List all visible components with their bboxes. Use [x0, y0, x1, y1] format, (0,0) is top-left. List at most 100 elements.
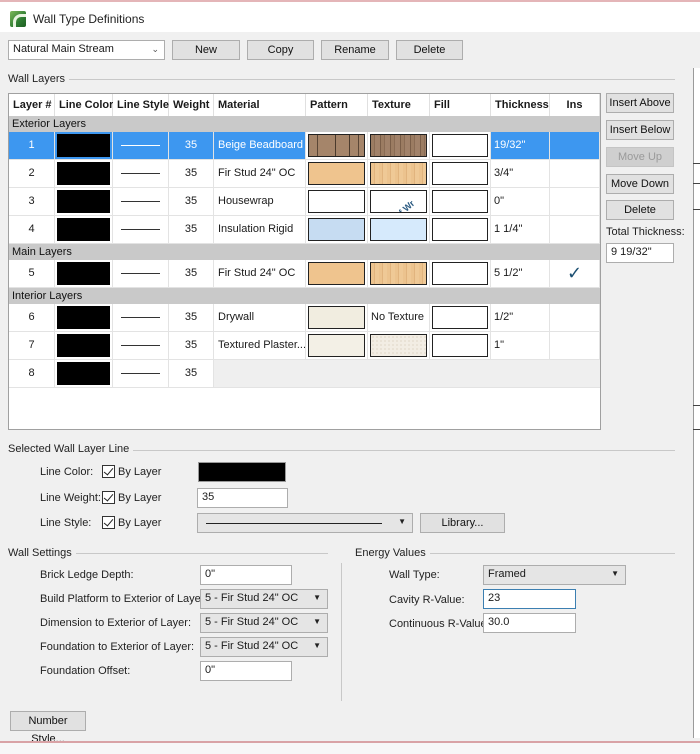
ins-cell[interactable]	[550, 132, 600, 159]
col-header-fill[interactable]: Fill	[430, 94, 491, 116]
thickness-cell[interactable]: 1"	[491, 332, 550, 359]
weight-cell[interactable]: 35	[169, 260, 214, 287]
thickness-cell[interactable]: 1 1/4"	[491, 216, 550, 243]
line-style-cell[interactable]	[113, 304, 169, 331]
thickness-cell[interactable]: 19/32"	[491, 132, 550, 159]
cavity-r-value-input[interactable]: 23	[483, 589, 576, 609]
fill-cell[interactable]	[430, 132, 491, 159]
wall-type-select[interactable]: Natural Main Stream ⌄	[8, 40, 165, 60]
col-header-thickness[interactable]: Thickness	[491, 94, 550, 116]
move-up-button[interactable]: Move Up	[606, 147, 674, 167]
line-color-by-layer-checkbox[interactable]	[102, 465, 115, 478]
pattern-cell[interactable]	[306, 304, 368, 331]
line-color-cell[interactable]	[55, 360, 113, 387]
line-style-cell[interactable]	[113, 260, 169, 287]
material-cell[interactable]: Textured Plaster...	[214, 332, 306, 359]
line-color-cell[interactable]	[55, 260, 113, 287]
texture-cell[interactable]	[368, 216, 430, 243]
line-weight-by-layer-checkbox[interactable]	[102, 491, 115, 504]
material-cell[interactable]: Fir Stud 24" OC	[214, 160, 306, 187]
line-color-cell[interactable]	[55, 332, 113, 359]
table-row[interactable]: 5 35 Fir Stud 24" OC 5 1/2" ✓	[9, 260, 600, 288]
material-cell[interactable]: Insulation Rigid	[214, 216, 306, 243]
pattern-cell[interactable]	[306, 188, 368, 215]
col-header-line-color[interactable]: Line Color	[55, 94, 113, 116]
col-header-weight[interactable]: Weight	[169, 94, 214, 116]
ins-cell[interactable]	[550, 160, 600, 187]
pattern-cell[interactable]	[306, 132, 368, 159]
col-header-pattern[interactable]: Pattern	[306, 94, 368, 116]
material-cell[interactable]: Drywall	[214, 304, 306, 331]
thickness-cell[interactable]: 1/2"	[491, 304, 550, 331]
weight-cell[interactable]: 35	[169, 304, 214, 331]
texture-cell[interactable]	[368, 160, 430, 187]
ins-cell[interactable]	[550, 332, 600, 359]
weight-cell[interactable]: 35	[169, 188, 214, 215]
table-row[interactable]: 3 35 Housewrap Chief Wr 0"	[9, 188, 600, 216]
thickness-cell[interactable]: 5 1/2"	[491, 260, 550, 287]
line-color-cell[interactable]	[55, 160, 113, 187]
texture-cell[interactable]	[368, 260, 430, 287]
line-color-cell[interactable]	[55, 304, 113, 331]
library-button[interactable]: Library...	[420, 513, 505, 533]
insert-below-button[interactable]: Insert Below	[606, 120, 674, 140]
pattern-cell[interactable]	[306, 332, 368, 359]
line-style-by-layer-checkbox[interactable]	[102, 516, 115, 529]
line-style-cell[interactable]	[113, 332, 169, 359]
continuous-r-value-input[interactable]: 30.0	[483, 613, 576, 633]
line-color-swatch-button[interactable]	[198, 462, 286, 482]
table-row[interactable]: 4 35 Insulation Rigid 1 1/4"	[9, 216, 600, 244]
foundation-select[interactable]: 5 - Fir Stud 24" OC ▼	[200, 637, 328, 657]
fill-cell[interactable]	[430, 304, 491, 331]
texture-cell[interactable]: No Texture	[368, 304, 430, 331]
col-header-material[interactable]: Material	[214, 94, 306, 116]
line-style-select[interactable]: ▼	[197, 513, 413, 533]
foundation-offset-input[interactable]: 0"	[200, 661, 292, 681]
table-row[interactable]: 6 35 Drywall No Texture 1/2"	[9, 304, 600, 332]
weight-cell[interactable]: 35	[169, 216, 214, 243]
material-cell[interactable]: Beige Beadboard	[214, 132, 306, 159]
wall-layers-table[interactable]: Layer # Line Color Line Style Weight Mat…	[8, 93, 601, 430]
insert-above-button[interactable]: Insert Above	[606, 93, 674, 113]
thickness-cell[interactable]: 0"	[491, 188, 550, 215]
ins-cell[interactable]: ✓	[550, 260, 600, 287]
col-header-layer[interactable]: Layer #	[9, 94, 55, 116]
brick-ledge-input[interactable]: 0"	[200, 565, 292, 585]
line-color-cell[interactable]	[55, 216, 113, 243]
number-style-button[interactable]: Number Style...	[10, 711, 86, 745]
line-style-cell[interactable]	[113, 360, 169, 387]
new-button[interactable]: New	[172, 40, 240, 60]
line-color-cell[interactable]	[55, 132, 113, 159]
line-style-cell[interactable]	[113, 132, 169, 159]
line-style-cell[interactable]	[113, 160, 169, 187]
table-row[interactable]: 1 35 Beige Beadboard 19/32"	[9, 132, 600, 160]
fill-cell[interactable]	[430, 160, 491, 187]
table-row[interactable]: 7 35 Textured Plaster... 1"	[9, 332, 600, 360]
fill-cell[interactable]	[430, 216, 491, 243]
col-header-ins[interactable]: Ins	[550, 94, 600, 116]
texture-cell[interactable]: Chief Wr	[368, 188, 430, 215]
weight-cell[interactable]: 35	[169, 132, 214, 159]
material-cell[interactable]: Fir Stud 24" OC	[214, 260, 306, 287]
line-color-cell[interactable]	[55, 188, 113, 215]
col-header-line-style[interactable]: Line Style	[113, 94, 169, 116]
line-style-cell[interactable]	[113, 216, 169, 243]
col-header-texture[interactable]: Texture	[368, 94, 430, 116]
weight-cell[interactable]: 35	[169, 160, 214, 187]
thickness-cell[interactable]: 3/4"	[491, 160, 550, 187]
fill-cell[interactable]	[430, 260, 491, 287]
weight-cell[interactable]: 35	[169, 360, 214, 387]
table-row[interactable]: 8 35	[9, 360, 600, 388]
copy-button[interactable]: Copy	[247, 40, 314, 60]
pattern-cell[interactable]	[306, 260, 368, 287]
rename-button[interactable]: Rename	[321, 40, 389, 60]
line-style-cell[interactable]	[113, 188, 169, 215]
material-cell[interactable]: Housewrap	[214, 188, 306, 215]
energy-wall-type-select[interactable]: Framed ▼	[483, 565, 626, 585]
texture-cell[interactable]	[368, 332, 430, 359]
pattern-cell[interactable]	[306, 160, 368, 187]
ins-cell[interactable]	[550, 304, 600, 331]
table-row[interactable]: 2 35 Fir Stud 24" OC 3/4"	[9, 160, 600, 188]
ins-cell[interactable]	[550, 216, 600, 243]
texture-cell[interactable]	[368, 132, 430, 159]
